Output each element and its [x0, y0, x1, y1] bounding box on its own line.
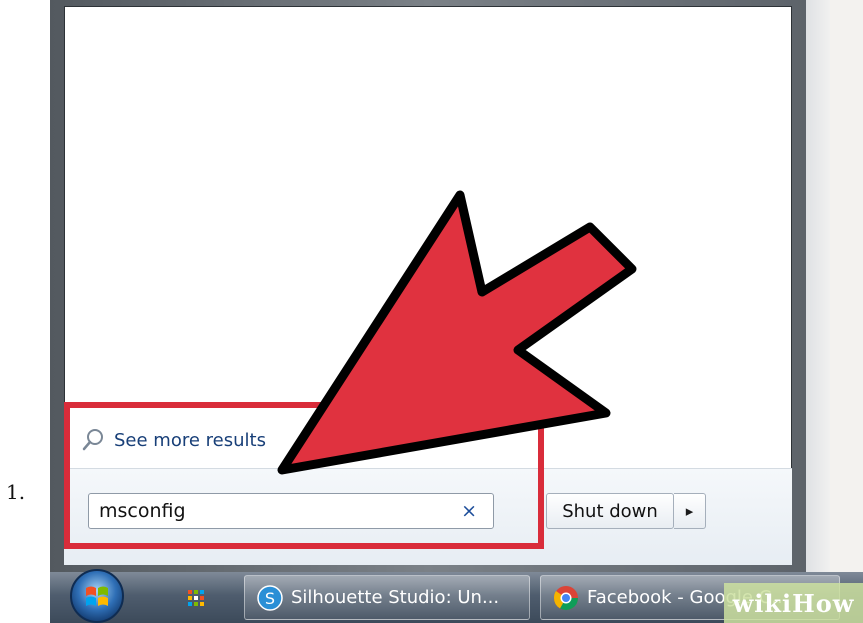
windows-start-icon[interactable] [64, 564, 130, 623]
clear-search-icon[interactable]: × [461, 500, 477, 522]
chrome-icon [553, 585, 578, 610]
shutdown-label: Shut down [562, 500, 658, 522]
shutdown-button[interactable]: Shut down [546, 493, 674, 529]
see-more-results-link[interactable]: See more results [82, 425, 266, 455]
pointer-arrow-icon [277, 190, 637, 475]
search-icon [82, 429, 103, 451]
shutdown-options-button[interactable]: ▸ [674, 493, 706, 529]
silhouette-studio-icon: S [257, 584, 283, 611]
wikihow-watermark: wikiHow [724, 583, 863, 623]
see-more-label: See more results [114, 429, 266, 451]
svg-text:S: S [265, 589, 275, 608]
app-grid-icon [188, 589, 204, 606]
search-value: msconfig [99, 500, 186, 522]
taskbar-item-silhouette-studio[interactable]: S Silhouette Studio: Un... [244, 575, 530, 620]
search-input[interactable]: msconfig × [88, 493, 494, 529]
list-number: 1. [6, 480, 26, 504]
taskbar-item-label: Silhouette Studio: Un... [291, 587, 500, 608]
right-pane-edge [806, 0, 830, 572]
triangle-right-icon: ▸ [685, 502, 694, 520]
taskbar-app-grid[interactable] [158, 575, 234, 620]
